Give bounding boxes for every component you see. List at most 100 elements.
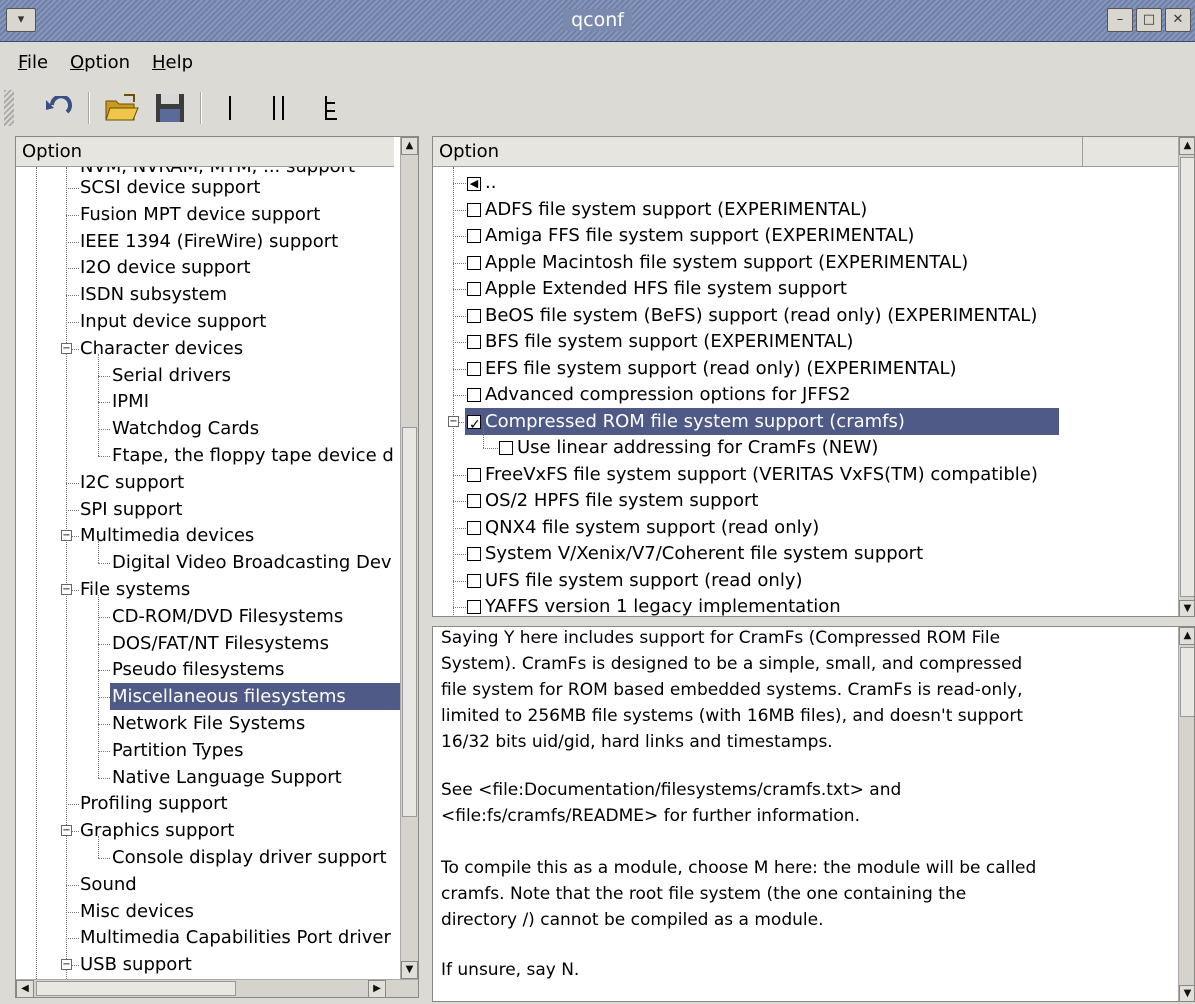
right-column-header[interactable]: Option (433, 137, 1083, 167)
collapse-icon[interactable]: − (61, 584, 72, 595)
option-checkbox[interactable] (467, 467, 481, 482)
tree-item-selected[interactable]: Miscellaneous filesystems (110, 683, 400, 711)
tree-item[interactable]: File systems (80, 576, 190, 603)
option-checkbox[interactable] (467, 361, 481, 376)
tree-item[interactable]: CD-ROM/DVD Filesystems (112, 603, 343, 630)
option-checkbox[interactable] (467, 255, 481, 270)
option-item[interactable]: OS/2 HPFS file system support (467, 487, 758, 514)
toolbar-grip[interactable] (4, 90, 14, 126)
parent-menu-item[interactable]: ◀.. (467, 169, 496, 196)
option-checkbox[interactable] (467, 388, 481, 402)
option-item[interactable]: BeOS file system (BeFS) support (read on… (467, 302, 1037, 329)
maximize-button[interactable]: □ (1136, 8, 1162, 32)
option-checkbox[interactable] (467, 202, 481, 217)
scroll-up-arrow-icon[interactable]: ▲ (1179, 137, 1194, 155)
tree-item[interactable]: Serial drivers (112, 362, 231, 389)
option-checkbox[interactable] (467, 600, 481, 614)
option-item-selected[interactable]: Compressed ROM file system support (cram… (465, 407, 1059, 439)
open-folder-icon[interactable] (100, 90, 144, 126)
tree-item[interactable]: Multimedia devices (80, 522, 254, 549)
option-checkbox[interactable] (467, 412, 481, 439)
option-checkbox[interactable] (467, 520, 481, 535)
right-scroll-thumb[interactable] (1180, 157, 1194, 597)
scroll-down-arrow-icon[interactable]: ▼ (1179, 600, 1194, 616)
left-horizontal-scrollbar[interactable]: ◀ ▶ (16, 979, 418, 997)
scroll-right-arrow-icon[interactable]: ▶ (368, 980, 386, 997)
tree-item[interactable]: IPMI (112, 388, 149, 415)
option-item[interactable]: YAFFS version 1 legacy implementation (467, 593, 841, 616)
close-button[interactable]: ✕ (1165, 8, 1191, 32)
help-scroll-thumb[interactable] (1180, 647, 1194, 717)
help-vertical-scrollbar[interactable]: ▲ ▼ (1178, 627, 1194, 1001)
tree-item[interactable]: I2C support (80, 469, 184, 496)
tree-item[interactable]: Digital Video Broadcasting Dev (112, 549, 392, 576)
option-item[interactable]: Apple Extended HFS file system support (467, 275, 847, 302)
tree-item[interactable]: Input device support (80, 308, 266, 335)
option-checkbox[interactable] (499, 441, 513, 455)
collapse-icon[interactable]: − (61, 959, 72, 971)
collapse-icon[interactable]: − (61, 342, 72, 354)
split-view-icon[interactable] (264, 90, 294, 126)
scroll-left-arrow-icon[interactable]: ◀ (16, 980, 34, 997)
menu-option[interactable]: Option (70, 52, 130, 73)
option-item[interactable]: QNX4 file system support (read only) (467, 514, 819, 541)
option-checkbox[interactable] (467, 335, 481, 349)
option-checkbox[interactable] (467, 494, 481, 508)
tree-item[interactable]: ISDN subsystem (80, 281, 227, 308)
option-checkbox[interactable] (467, 282, 481, 296)
option-item[interactable]: Amiga FFS file system support (EXPERIMEN… (467, 222, 914, 249)
tree-item[interactable]: Character devices (80, 335, 243, 362)
collapse-icon[interactable]: − (448, 415, 459, 427)
tree-item[interactable]: Pseudo filesystems (112, 656, 284, 683)
option-item[interactable]: Apple Macintosh file system support (EXP… (467, 249, 968, 276)
scroll-up-arrow-icon[interactable]: ▲ (1179, 627, 1194, 645)
option-item[interactable]: FreeVxFS file system support (VERITAS Vx… (467, 461, 1038, 488)
menu-help[interactable]: Help (152, 52, 193, 73)
option-checkbox[interactable] (467, 547, 481, 561)
tree-item[interactable]: IEEE 1394 (FireWire) support (80, 228, 338, 255)
left-column-header[interactable]: Option (16, 137, 394, 167)
tree-item[interactable]: Console display driver support (112, 844, 387, 871)
tree-item[interactable]: Watchdog Cards (112, 415, 259, 442)
scroll-up-arrow-icon[interactable]: ▲ (401, 137, 418, 155)
single-view-icon[interactable] (216, 90, 244, 126)
option-item[interactable]: UFS file system support (read only) (467, 567, 803, 594)
minimize-button[interactable]: – (1107, 8, 1133, 32)
tree-item[interactable]: USB support (80, 951, 192, 978)
tree-item[interactable]: Graphics support (80, 817, 234, 844)
option-checkbox[interactable] (467, 573, 481, 588)
option-item[interactable]: ADFS file system support (EXPERIMENTAL) (467, 196, 867, 223)
tree-item[interactable]: DOS/FAT/NT Filesystems (112, 630, 329, 657)
option-item[interactable]: BFS file system support (EXPERIMENTAL) (467, 328, 853, 355)
tree-item[interactable]: Profiling support (80, 790, 228, 817)
tree-item[interactable]: Native Language Support (112, 764, 342, 791)
right-column-header-2[interactable] (1083, 137, 1178, 167)
tree-item[interactable]: Misc devices (80, 898, 194, 925)
option-item[interactable]: EFS file system support (read only) (EXP… (467, 355, 957, 382)
tree-item[interactable]: Multimedia Capabilities Port driver (80, 924, 391, 951)
option-checkbox[interactable] (467, 229, 481, 243)
scroll-down-arrow-icon[interactable]: ▼ (401, 961, 418, 979)
scroll-down-arrow-icon[interactable]: ▼ (1179, 985, 1194, 1001)
back-icon[interactable] (38, 90, 78, 126)
tree-item[interactable]: Fusion MPT device support (80, 201, 320, 228)
left-scroll-thumb[interactable] (402, 427, 417, 817)
tree-item[interactable]: Network File Systems (112, 710, 305, 737)
save-icon[interactable] (148, 90, 192, 126)
collapse-icon[interactable]: − (61, 530, 72, 542)
option-checkbox[interactable] (467, 308, 481, 323)
option-item[interactable]: System V/Xenix/V7/Coherent file system s… (467, 540, 923, 567)
tree-item[interactable]: I2O device support (80, 254, 251, 281)
menu-file[interactable]: File (18, 52, 48, 73)
tree-item[interactable]: SCSI device support (80, 174, 260, 201)
full-view-icon[interactable] (316, 90, 346, 126)
collapse-icon[interactable]: − (61, 825, 72, 837)
left-vertical-scrollbar[interactable]: ▲ ▼ (400, 137, 418, 979)
tree-item[interactable]: Sound (80, 871, 137, 898)
tree-item[interactable]: Partition Types (112, 737, 243, 764)
tree-item[interactable]: Ftape, the floppy tape device d (112, 442, 394, 469)
left-hscroll-thumb[interactable] (36, 981, 236, 996)
option-item[interactable]: Advanced compression options for JFFS2 (467, 381, 851, 408)
tree-item[interactable]: SPI support (80, 496, 182, 523)
option-item[interactable]: Use linear addressing for CramFs (NEW) (499, 434, 878, 461)
